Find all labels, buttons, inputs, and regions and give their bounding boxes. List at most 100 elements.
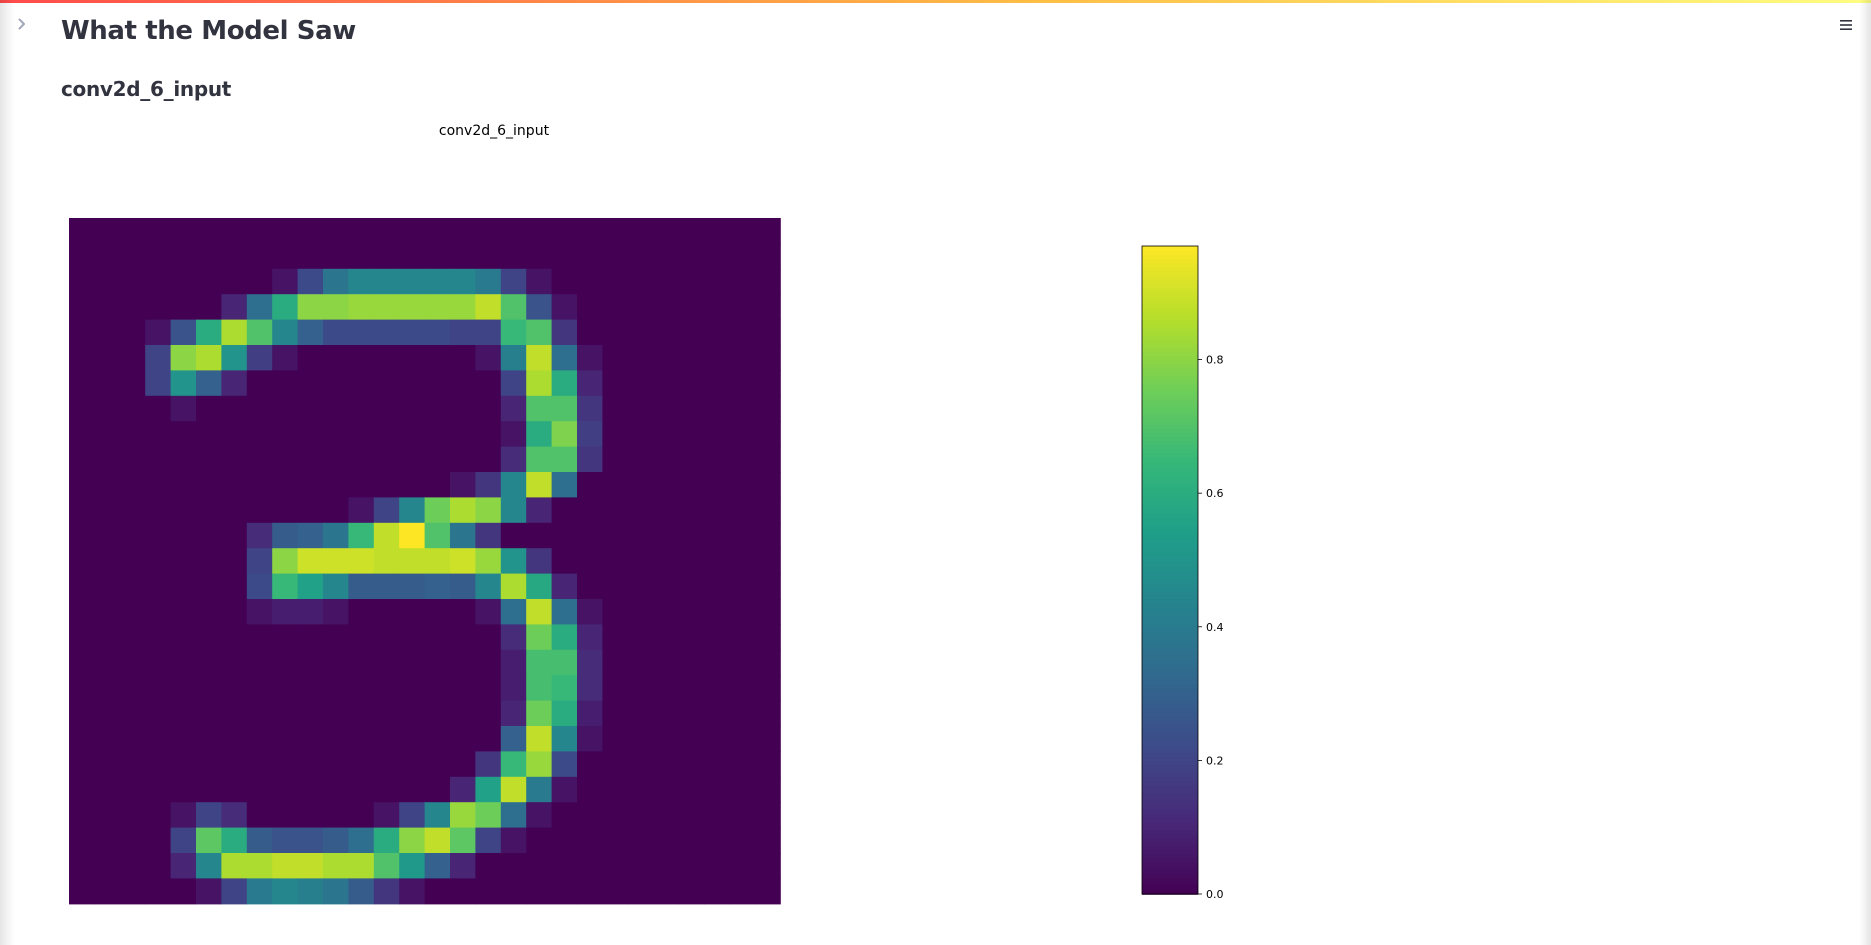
heatmap-cell [323,776,349,803]
heatmap-cell [119,878,146,905]
heatmap-cell [678,649,705,676]
heatmap-cell [221,624,248,651]
heatmap-cell [170,599,197,625]
heatmap-cell [348,345,375,371]
heatmap-cell [69,853,95,879]
heatmap-cell [399,243,426,270]
heatmap-cell [399,294,426,321]
heatmap-cell [221,726,248,752]
heatmap-cell [170,802,197,829]
heatmap-cell [399,700,426,727]
main-menu-button[interactable] [1833,12,1859,38]
heatmap-cell [627,370,654,397]
heatmap-cell [69,522,95,549]
heatmap-cell [272,700,299,727]
heatmap-cell [94,573,121,600]
heatmap-cell [424,395,451,422]
heatmap-cell [754,573,781,600]
heatmap-cell [119,497,146,524]
heatmap-cell [94,624,121,651]
heatmap-cell [246,802,273,829]
heatmap-cell [754,776,781,803]
heatmap [69,218,781,905]
heatmap-cell [627,751,654,778]
heatmap-cell [551,345,578,371]
heatmap-cell [170,497,197,524]
heatmap-cell [297,649,324,676]
heatmap-cell [424,726,451,752]
heatmap-cell [729,395,756,422]
heatmap-cell [145,522,172,549]
heatmap-cell [170,675,197,702]
heatmap-cell [475,218,502,244]
heatmap-cell [348,370,375,397]
heatmap-cell [272,726,299,752]
heatmap-cell [170,573,197,600]
heatmap-cell [323,497,349,524]
heatmap-cell [272,548,299,575]
heatmap-cell [94,294,121,321]
heatmap-cell [94,827,121,854]
colorbar-tick-label: 0.0 [1206,888,1224,901]
heatmap-cell [754,649,781,676]
heatmap-cell [729,294,756,321]
heatmap-cell [500,218,527,244]
heatmap-cell [704,726,730,752]
heatmap-cell [145,624,172,651]
heatmap-cell [704,878,730,905]
heatmap-cell [754,522,781,549]
heatmap-cell [577,878,603,905]
heatmap-cell [196,649,222,676]
heatmap-cell [221,446,248,473]
heatmap-cell [602,726,629,752]
heatmap-cell [69,421,95,448]
heatmap-cell [729,370,756,397]
heatmap-cell [729,421,756,448]
heatmap-cell [196,802,222,829]
heatmap-cell [678,878,705,905]
heatmap-cell [678,218,705,244]
heatmap-cell [475,548,502,575]
heatmap-cell [729,827,756,854]
heatmap-cell [424,218,451,244]
heatmap-cell [500,675,527,702]
heatmap-cell [221,294,248,321]
heatmap-cell [653,802,680,829]
heatmap-cell [577,624,603,651]
heatmap-cell [373,624,400,651]
heatmap-cell [323,649,349,676]
heatmap-cell [526,243,553,270]
heatmap-cell [450,497,476,524]
heatmap-cell [602,573,629,600]
heatmap-cell [145,751,172,778]
heatmap-cell [94,599,121,625]
heatmap-cell [170,726,197,752]
heatmap-cell [577,726,603,752]
heatmap-cell [170,421,197,448]
heatmap-cell [297,294,324,321]
heatmap-cell [399,751,426,778]
heatmap-cell [424,446,451,473]
heatmap-cell [246,268,273,295]
heatmap-cell [196,853,222,879]
heatmap-cell [754,751,781,778]
heatmap-cell [196,218,222,244]
heatmap-cell [246,446,273,473]
heatmap-cell [475,294,502,321]
heatmap-cell [729,472,756,498]
heatmap-cell [373,573,400,600]
heatmap-cell [373,522,400,549]
heatmap-cell [196,472,222,498]
heatmap-cell [602,853,629,879]
heatmap-cell [678,319,705,346]
heatmap-cell [399,726,426,752]
section-heading: conv2d_6_input [61,77,232,101]
heatmap-cell [729,446,756,473]
heatmap-cell [69,599,95,625]
sidebar-toggle-button[interactable] [10,12,34,36]
heatmap-cell [653,243,680,270]
heatmap-cell [500,345,527,371]
heatmap-cell [627,827,654,854]
heatmap-cell [373,802,400,829]
heatmap-cell [119,395,146,422]
